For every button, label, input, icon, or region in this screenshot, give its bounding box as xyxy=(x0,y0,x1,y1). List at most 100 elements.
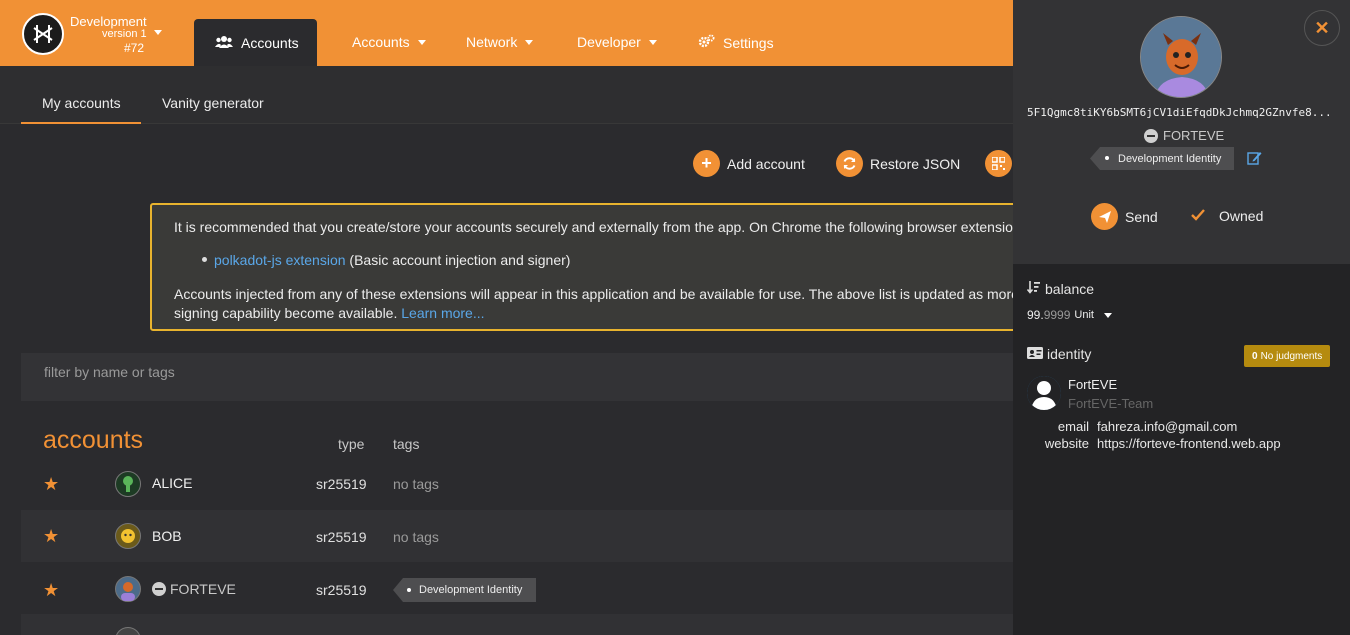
restore-json-label: Restore JSON xyxy=(870,155,961,172)
email-key: email xyxy=(1057,419,1089,434)
balance-integer: 99. xyxy=(1027,308,1044,322)
judgments-count: 0 xyxy=(1252,350,1258,362)
balance-amount: 99.9999 xyxy=(1027,308,1070,322)
account-type: sr25519 xyxy=(316,529,367,545)
account-name-label: FORTEVE xyxy=(170,581,236,597)
owned-status: Owned xyxy=(1191,208,1263,224)
qrcode-icon xyxy=(985,150,1012,177)
caret-down-icon xyxy=(525,39,534,45)
user-icon xyxy=(1027,376,1061,410)
chain-selector-caret-icon[interactable] xyxy=(154,30,162,35)
account-name[interactable]: ALICE xyxy=(152,475,192,491)
caret-down-icon xyxy=(648,39,657,45)
identity-label-text: identity xyxy=(1047,346,1092,362)
filter-placeholder: filter by name or tags xyxy=(44,364,175,380)
notice-line-4-text: signing capability become available. xyxy=(174,305,402,321)
identity-display-name: FORTEVE xyxy=(1144,128,1224,143)
nav-menu-network[interactable]: Network xyxy=(466,34,534,50)
website-value[interactable]: https://forteve-frontend.web.app xyxy=(1097,436,1281,451)
account-avatar[interactable] xyxy=(1140,16,1222,98)
balance-value[interactable]: 99.9999 Unit xyxy=(1027,308,1112,322)
column-header-type: type xyxy=(338,436,365,452)
notice-line-3: Accounts injected from any of these exte… xyxy=(174,286,1019,302)
tag-badge: Development Identity xyxy=(1090,147,1235,170)
identity-status-icon xyxy=(152,582,166,596)
nav-menu-settings[interactable]: Settings xyxy=(698,34,774,51)
caret-down-icon[interactable] xyxy=(1103,312,1112,318)
nav-tab-accounts-label: Accounts xyxy=(241,34,299,51)
avatar[interactable] xyxy=(115,523,141,549)
identity-section-label: identity xyxy=(1027,346,1091,362)
table-row[interactable]: ★ ALICE sr25519 no tags xyxy=(21,458,1021,510)
gears-icon xyxy=(698,34,715,51)
judgments-badge: 0 No judgments xyxy=(1244,345,1331,367)
edit-icon[interactable] xyxy=(1247,151,1262,168)
avatar[interactable] xyxy=(115,576,141,602)
sort-amount-icon xyxy=(1026,280,1041,297)
nav-menu-settings-label: Settings xyxy=(723,34,774,51)
account-tags: no tags xyxy=(393,476,439,492)
favorite-star-icon[interactable]: ★ xyxy=(43,526,59,547)
nav-menu-accounts[interactable]: Accounts xyxy=(352,34,426,50)
close-icon[interactable]: ✕ xyxy=(1304,10,1340,46)
identity-name-label: FORTEVE xyxy=(1163,128,1225,143)
balance-unit: Unit xyxy=(1074,309,1094,321)
account-sidebar: ✕ 5F1Qgmc8tiKY6bSMT6jCV1diEfqdDkJchmq2GZ… xyxy=(1013,0,1350,635)
users-icon xyxy=(215,35,233,51)
table-row[interactable]: ★ BOB sr25519 no tags xyxy=(21,510,1021,562)
account-name[interactable]: BOB xyxy=(152,528,182,544)
favorite-star-icon[interactable]: ★ xyxy=(43,580,59,601)
paper-plane-icon xyxy=(1091,203,1118,230)
account-type: sr25519 xyxy=(316,476,367,492)
sync-icon xyxy=(836,150,863,177)
accounts-table-title: accounts xyxy=(43,426,144,454)
add-account-label: Add account xyxy=(727,155,805,172)
avatar[interactable] xyxy=(115,471,141,497)
account-address[interactable]: 5F1Qgmc8tiKY6bSMT6jCV1diEfqdDkJchmq2GZnv… xyxy=(1027,106,1337,119)
notice-line-4: signing capability become available. Lea… xyxy=(174,304,485,323)
tab-vanity-generator[interactable]: Vanity generator xyxy=(162,95,264,111)
tab-my-accounts[interactable]: My accounts xyxy=(42,95,121,111)
judgments-text: No judgments xyxy=(1260,350,1323,362)
favorite-star-icon[interactable]: ★ xyxy=(43,474,59,495)
column-header-tags: tags xyxy=(393,436,420,452)
check-icon xyxy=(1191,208,1205,224)
nav-menu-developer[interactable]: Developer xyxy=(577,34,657,50)
add-account-button[interactable]: + Add account xyxy=(693,150,805,177)
avatar[interactable] xyxy=(115,627,141,635)
identity-legal-name: FortEVE-Team xyxy=(1068,396,1154,411)
account-type: sr25519 xyxy=(316,582,367,598)
table-row[interactable] xyxy=(21,614,1021,635)
balance-decimals: 9999 xyxy=(1043,308,1071,322)
best-block-number: #72 xyxy=(124,41,145,55)
identity-status-icon xyxy=(1144,128,1158,143)
account-name[interactable]: FORTEVE xyxy=(152,581,236,597)
identity-display: FortEVE xyxy=(1068,377,1118,392)
security-notice: It is recommended that you create/store … xyxy=(150,203,1030,331)
chain-logo-icon[interactable] xyxy=(22,13,64,55)
caret-down-icon xyxy=(417,39,426,45)
notice-bullet-line: polkadot-js extension (Basic account inj… xyxy=(214,251,570,270)
send-label: Send xyxy=(1125,208,1158,225)
id-card-icon xyxy=(1027,346,1043,362)
plus-icon: + xyxy=(693,150,720,177)
email-value[interactable]: fahreza.info@gmail.com xyxy=(1097,419,1237,434)
polkadot-extension-link[interactable]: polkadot-js extension xyxy=(214,252,346,268)
qr-account-button[interactable] xyxy=(985,150,1012,177)
nav-tab-accounts-active[interactable]: Accounts xyxy=(194,19,317,66)
nav-menu-network-label: Network xyxy=(466,34,518,50)
notice-bullet-text: (Basic account injection and signer) xyxy=(345,252,571,268)
table-row[interactable]: ★ FORTEVE sr25519 Development Identity xyxy=(21,562,1021,614)
bullet-point xyxy=(202,257,207,262)
nav-menu-accounts-label: Accounts xyxy=(352,34,410,50)
balance-section-label: balance xyxy=(1026,280,1095,297)
balance-label-text: balance xyxy=(1045,280,1095,297)
restore-json-button[interactable]: Restore JSON xyxy=(836,150,960,177)
chain-name[interactable]: Development xyxy=(70,14,147,29)
chain-version: version 1 xyxy=(102,28,147,40)
learn-more-link[interactable]: Learn more... xyxy=(401,305,484,321)
send-button[interactable]: Send xyxy=(1091,203,1158,230)
nav-menu-developer-label: Developer xyxy=(577,34,641,50)
tag-badge: Development Identity xyxy=(393,578,537,602)
notice-line-1: It is recommended that you create/store … xyxy=(174,219,1013,235)
